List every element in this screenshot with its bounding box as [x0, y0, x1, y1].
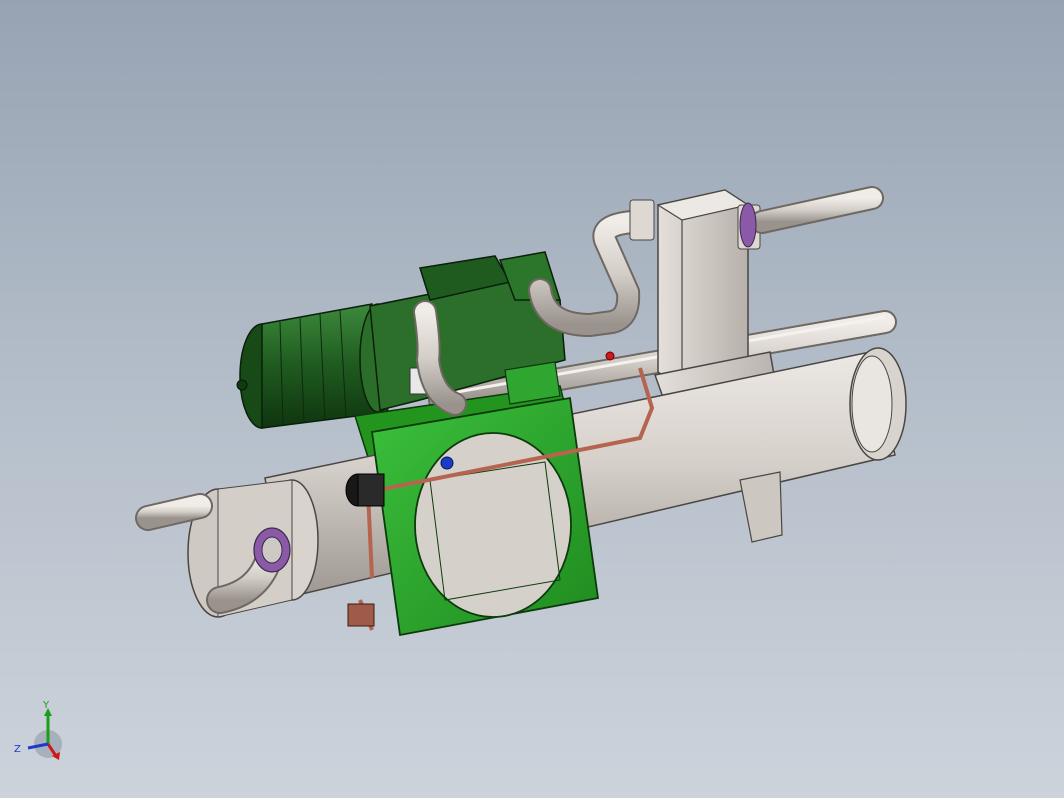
y-axis-label: Y	[42, 700, 50, 711]
green-cradle-frame[interactable]	[370, 396, 600, 637]
graphics-viewport[interactable]: Y Z	[0, 0, 1064, 798]
sight-glass[interactable]	[345, 473, 385, 507]
view-orientation-triad: Y Z	[14, 700, 62, 760]
shell-support-leg[interactable]	[739, 471, 783, 543]
z-axis-label: Z	[14, 744, 21, 755]
cad-model[interactable]	[0, 0, 1064, 798]
bottom-valve[interactable]	[347, 603, 375, 627]
